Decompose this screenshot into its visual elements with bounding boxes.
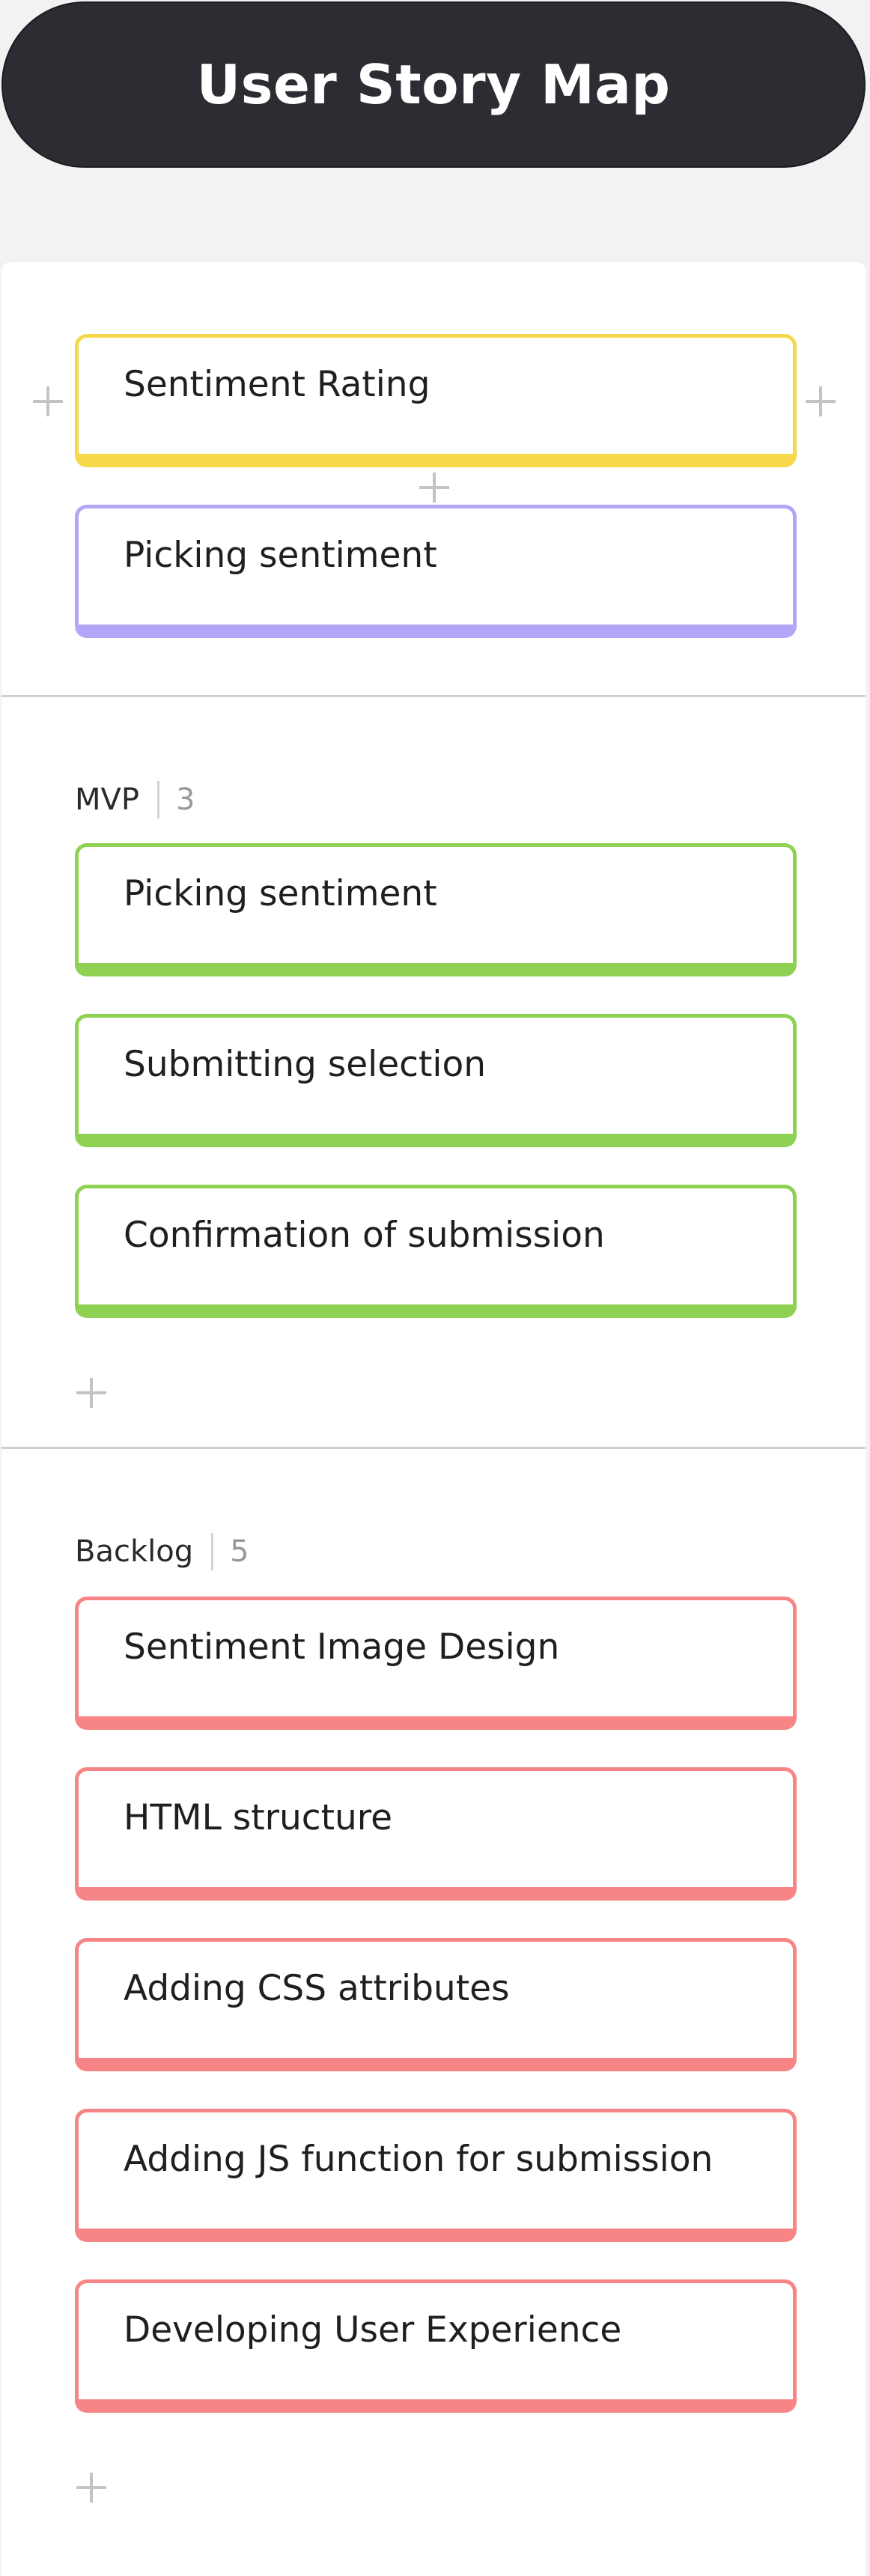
mvp-card-count: 3: [176, 783, 195, 817]
section-separator: [157, 781, 159, 818]
backlog-card-label: Adding CSS attributes: [124, 1968, 510, 2009]
add-left-plus-icon[interactable]: [33, 386, 63, 416]
add-right-plus-icon[interactable]: [806, 386, 836, 416]
add-mvp-card-plus-icon[interactable]: [76, 1378, 106, 1408]
mvp-card[interactable]: Confirmation of submission: [75, 1185, 797, 1318]
backlog-card[interactable]: Adding JS function for submission: [75, 2109, 797, 2242]
section-separator: [211, 1533, 214, 1570]
backlog-card-label: Sentiment Image Design: [124, 1626, 560, 1668]
backlog-card-label: Adding JS function for submission: [124, 2139, 714, 2180]
add-below-plus-icon[interactable]: [419, 473, 449, 502]
activity-card-label: Sentiment Rating: [124, 364, 431, 405]
section-divider: [1, 695, 866, 697]
page-title: User Story Map: [196, 53, 671, 116]
backlog-card-label: HTML structure: [124, 1797, 393, 1838]
mvp-section-header: MVP 3: [75, 777, 195, 822]
story-map-board: Sentiment Rating Picking sentiment MVP 3…: [1, 262, 866, 2576]
story-map-title-bar: User Story Map: [1, 1, 866, 168]
backlog-card[interactable]: HTML structure: [75, 1767, 797, 1901]
mvp-card-label: Submitting selection: [124, 1044, 487, 1085]
mvp-section-name: MVP: [75, 783, 139, 817]
backlog-card[interactable]: Developing User Experience: [75, 2279, 797, 2413]
step-card[interactable]: Picking sentiment: [75, 505, 797, 638]
backlog-card[interactable]: Adding CSS attributes: [75, 1938, 797, 2071]
backlog-card[interactable]: Sentiment Image Design: [75, 1597, 797, 1730]
add-backlog-card-plus-icon[interactable]: [76, 2473, 106, 2503]
backlog-section-name: Backlog: [75, 1534, 194, 1569]
backlog-section-header: Backlog 5: [75, 1529, 249, 1574]
step-card-label: Picking sentiment: [124, 535, 437, 576]
mvp-card[interactable]: Picking sentiment: [75, 843, 797, 976]
mvp-card[interactable]: Submitting selection: [75, 1014, 797, 1147]
mvp-card-label: Confirmation of submission: [124, 1215, 605, 1256]
mvp-card-label: Picking sentiment: [124, 873, 437, 914]
backlog-card-label: Developing User Experience: [124, 2309, 622, 2351]
backlog-card-count: 5: [230, 1534, 249, 1569]
activity-card[interactable]: Sentiment Rating: [75, 334, 797, 467]
section-divider: [1, 1447, 866, 1449]
